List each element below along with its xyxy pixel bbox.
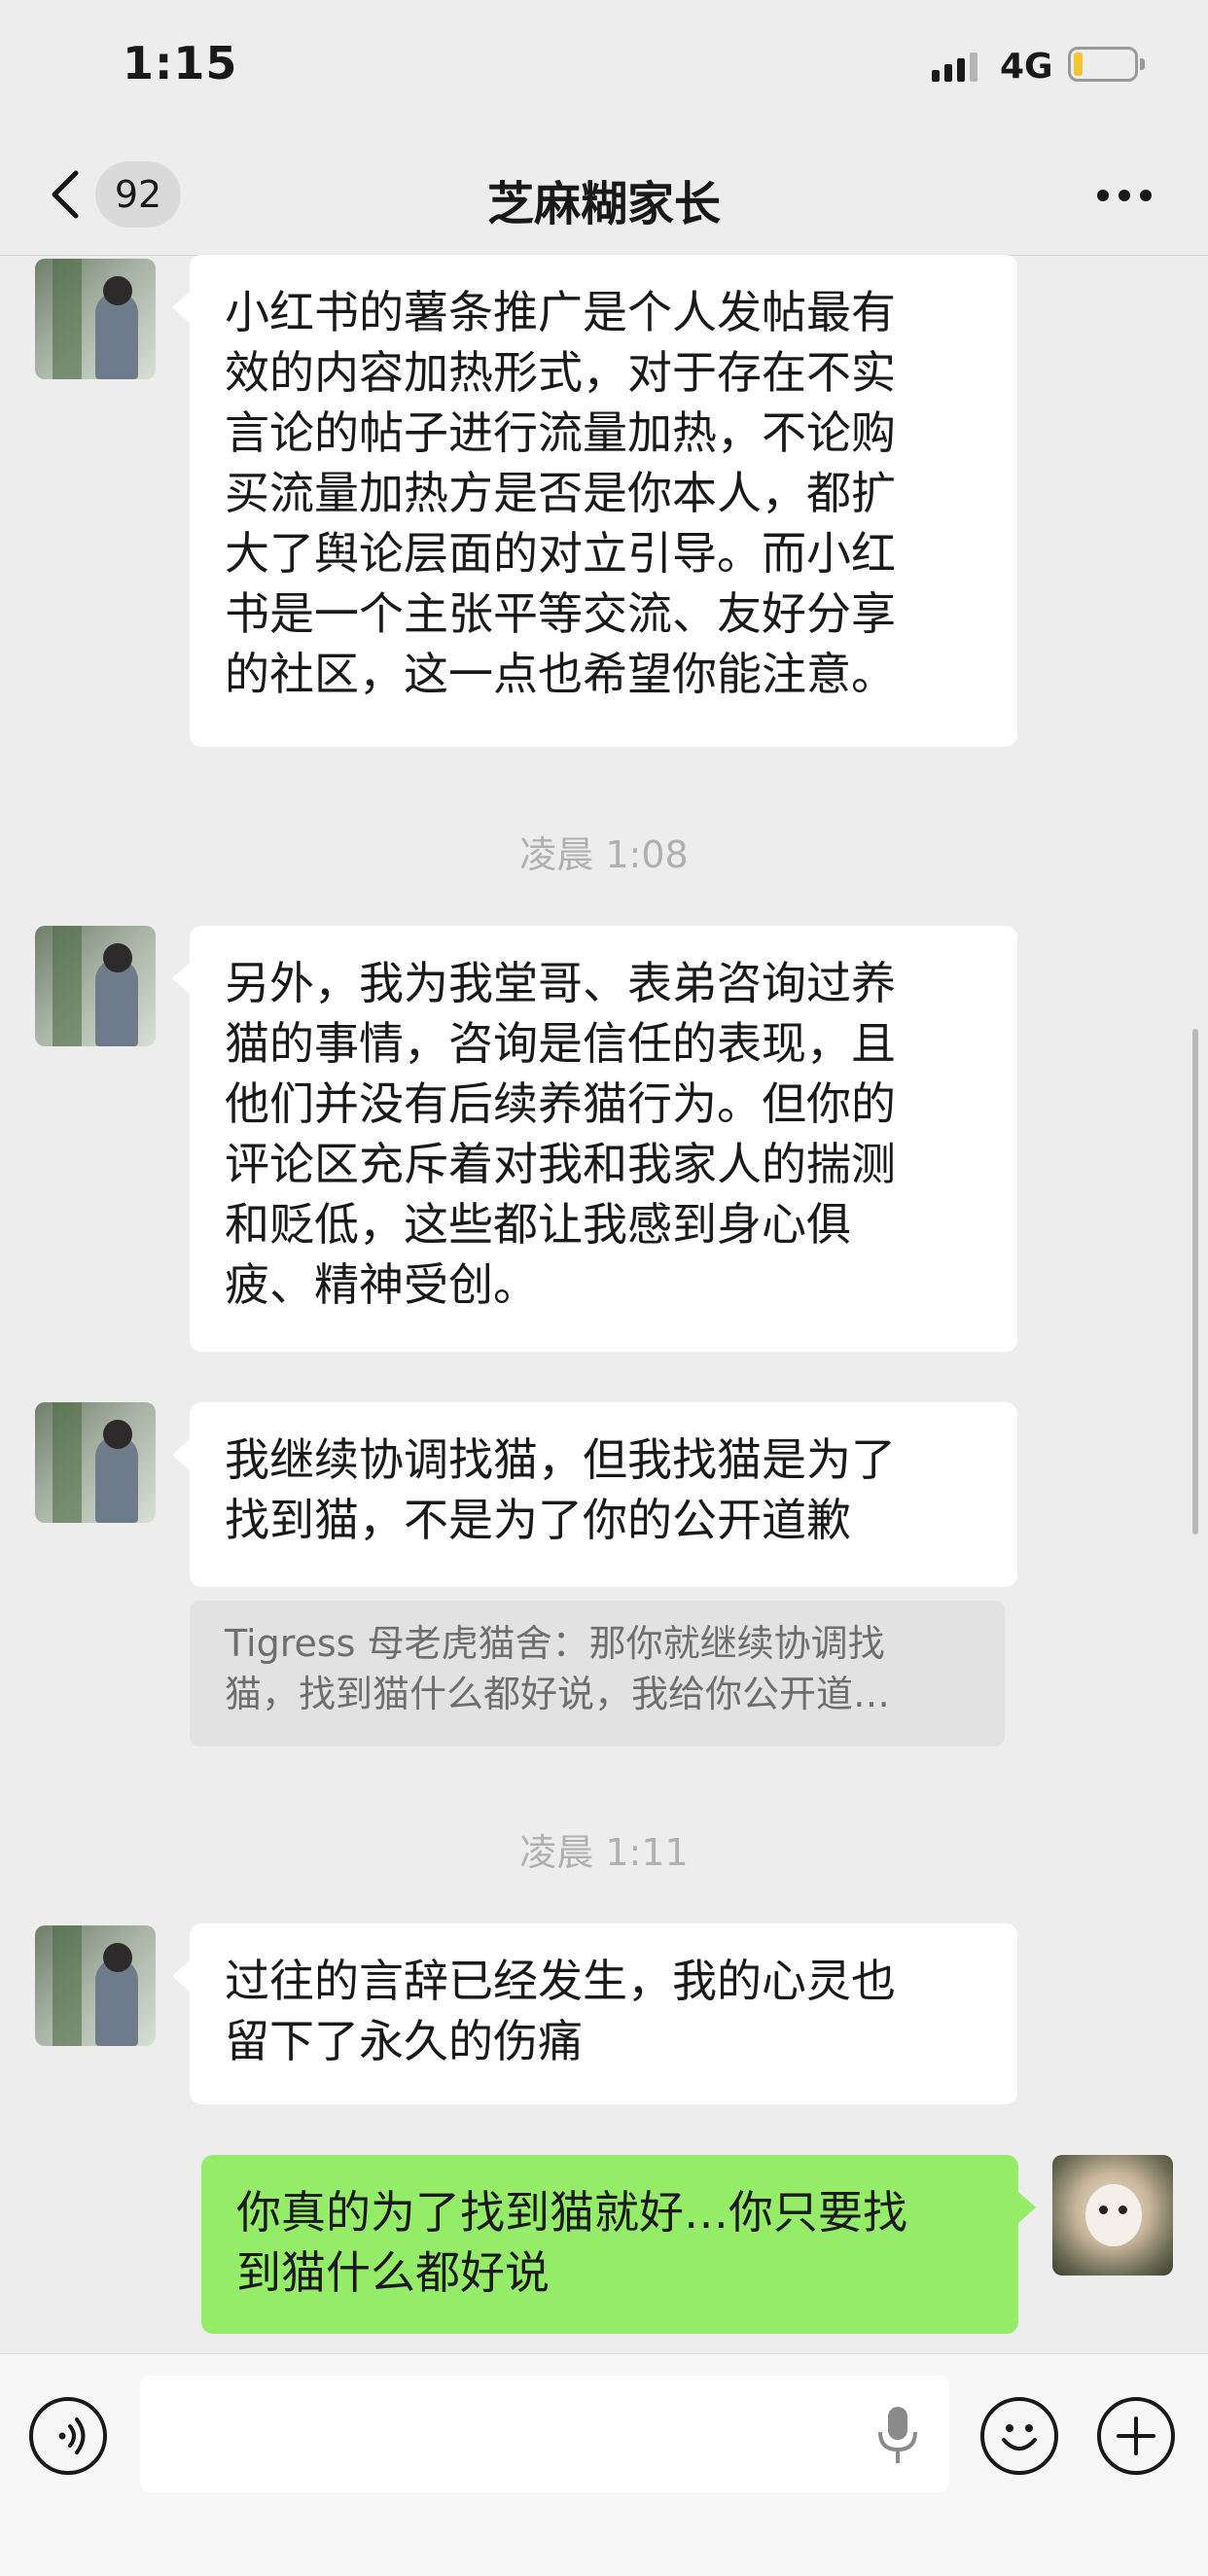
message-line: 书是一个主张平等交流、友好分享	[225, 587, 896, 640]
quote-line: Tigress 母老虎猫舍：那你就继续协调找	[225, 1622, 885, 1665]
message-bubble[interactable]: 小红书的薯条推广是个人发帖最有 效的内容加热形式，对于存在不实 言论的帖子进行流…	[172, 255, 1017, 747]
message-line: 的社区，这一点也希望你能注意。	[225, 648, 896, 700]
contact-avatar[interactable]	[35, 1925, 156, 2046]
message-line: 效的内容加热形式，对于存在不实	[225, 346, 896, 399]
message-bubble[interactable]: 过往的言辞已经发生，我的心灵也 留下了永久的伤痛	[172, 1923, 1017, 2104]
message-line: 小红书的薯条推广是个人发帖最有	[225, 286, 896, 338]
message-line: 言论的帖子进行流量加热，不论购	[225, 406, 896, 459]
message-line: 买流量加热方是否是你本人，都扩	[225, 467, 896, 519]
plus-icon[interactable]	[1097, 2397, 1175, 2475]
battery-tip	[1140, 58, 1145, 70]
message-line: 到猫什么都好说	[236, 2246, 550, 2299]
chat-title: 芝麻糊家长	[486, 177, 721, 231]
more-icon[interactable]	[1095, 187, 1154, 206]
timestamp: 凌晨 1:11	[519, 1831, 689, 1874]
contact-avatar[interactable]	[35, 1402, 156, 1523]
message-line: 评论区充斥着对我和我家人的揣测	[225, 1138, 896, 1190]
network-type: 4G	[1000, 47, 1053, 87]
my-message-bubble[interactable]: 你真的为了找到猫就好…你只要找 到猫什么都好说	[201, 2155, 1036, 2334]
message-bubble[interactable]: 另外，我为我堂哥、表弟咨询过养 猫的事情，咨询是信任的表现，且 他们并没有后续养…	[172, 926, 1017, 1352]
message-line: 你真的为了找到猫就好…你只要找	[236, 2186, 907, 2239]
quoted-message[interactable]: Tigress 母老虎猫舍：那你就继续协调找 猫，找到猫什么都好说，我给你公开道…	[190, 1601, 1005, 1747]
message-bubble[interactable]: 我继续协调找猫，但我找猫是为了 找到猫，不是为了你的公开道歉	[172, 1402, 1017, 1587]
message-line: 疲、精神受创。	[225, 1258, 538, 1311]
message-line: 留下了永久的伤痛	[225, 2015, 583, 2067]
status-time: 1:15	[123, 37, 238, 89]
timestamp: 凌晨 1:08	[519, 833, 689, 876]
battery-icon	[1068, 47, 1138, 82]
input-bar	[0, 2353, 1208, 2576]
message-line: 找到猫，不是为了你的公开道歉	[225, 1494, 851, 1546]
message-line: 和贬低，这些都让我感到身心俱	[225, 1198, 851, 1251]
message-line: 他们并没有后续养猫行为。但你的	[225, 1077, 896, 1130]
scrollbar[interactable]	[1192, 1029, 1198, 1535]
message-line: 另外，我为我堂哥、表弟咨询过养	[225, 957, 896, 1009]
signal-icon	[932, 53, 977, 82]
status-bar: 1:15 4G	[0, 0, 1208, 136]
emoji-icon[interactable]	[980, 2397, 1058, 2475]
contact-avatar[interactable]	[35, 926, 156, 1046]
message-line: 大了舆论层面的对立引导。而小红	[225, 527, 896, 580]
voice-icon[interactable]	[29, 2397, 107, 2475]
mic-icon[interactable]	[873, 2405, 922, 2467]
message-line: 猫的事情，咨询是信任的表现，且	[225, 1017, 896, 1070]
message-input[interactable]	[140, 2376, 949, 2492]
message-line: 过往的言辞已经发生，我的心灵也	[225, 1955, 896, 2007]
message-line: 我继续协调找猫，但我找猫是为了	[225, 1433, 896, 1486]
contact-avatar[interactable]	[35, 259, 156, 379]
chat-header: 92 芝麻糊家长	[0, 136, 1208, 256]
my-avatar[interactable]	[1052, 2155, 1173, 2276]
quote-line: 猫，找到猫什么都好说，我给你公开道…	[225, 1673, 891, 1715]
